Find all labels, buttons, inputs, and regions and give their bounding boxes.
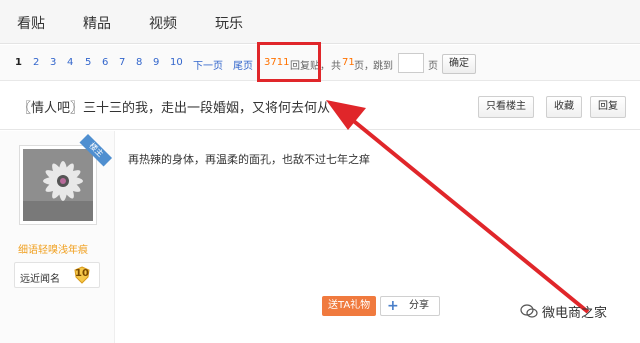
wechat-icon [520, 304, 538, 318]
reply-button[interactable]: 回复 [590, 96, 626, 118]
next-page-link[interactable]: 下一页 [193, 57, 223, 72]
owner-only-button[interactable]: 只看楼主 [478, 96, 534, 118]
page-7[interactable]: 7 [119, 57, 125, 68]
send-gift-button[interactable]: 送TA礼物 [322, 296, 377, 316]
page-5[interactable]: 5 [85, 57, 91, 68]
thread-title: 〖情人吧〗三十三的我，走出一段婚姻，又将何去何从 [18, 101, 331, 116]
confirm-button[interactable]: 确定 [442, 54, 476, 74]
page: 看贴 精品 视频 玩乐 1 2 3 4 5 6 7 8 9 10 下一页 尾页 … [0, 0, 640, 343]
page-unit: 页 [428, 61, 438, 72]
tab-jingpin[interactable]: 精品 [83, 13, 111, 33]
watermark-text: 微电商之家 [542, 306, 608, 321]
author-panel: 楼主 细语轻嗅浅年痕 远近闻名 10 [0, 131, 115, 343]
level-shield-icon: 10 [73, 266, 91, 284]
flower-avatar-image [23, 149, 93, 221]
badge-level: 10 [75, 268, 89, 279]
last-page-link[interactable]: 尾页 [233, 57, 253, 72]
author-username[interactable]: 细语轻嗅浅年痕 [18, 241, 88, 256]
total-suffix: 页， [354, 61, 374, 72]
avatar[interactable] [19, 145, 97, 225]
top-nav: 看贴 精品 视频 玩乐 [0, 0, 640, 44]
badge-name: 远近闻名 [20, 274, 60, 285]
thread-header: 〖情人吧〗三十三的我，走出一段婚姻，又将何去何从 只看楼主 收藏 回复 [0, 82, 640, 130]
tab-shipin[interactable]: 视频 [149, 13, 177, 33]
post-content: 再热辣的身体，再温柔的面孔，也敌不过七年之痒 [128, 153, 370, 166]
share-label: 分享 [409, 300, 429, 311]
page-4[interactable]: 4 [67, 57, 73, 68]
share-button[interactable]: + 分享 [380, 296, 440, 316]
total-pages: 71 [342, 57, 355, 68]
red-highlight-box [257, 42, 321, 82]
total-prefix: 共 [331, 61, 341, 72]
page-8[interactable]: 8 [136, 57, 142, 68]
page-9[interactable]: 9 [153, 57, 159, 68]
jump-label: 跳到 [373, 61, 393, 72]
tab-wanle[interactable]: 玩乐 [215, 13, 243, 33]
tab-kantie[interactable]: 看贴 [17, 13, 45, 33]
page-2[interactable]: 2 [33, 57, 39, 68]
plus-icon: + [387, 298, 399, 314]
page-10[interactable]: 10 [170, 57, 183, 68]
page-1[interactable]: 1 [15, 57, 22, 68]
favorite-button[interactable]: 收藏 [546, 96, 582, 118]
page-3[interactable]: 3 [50, 57, 56, 68]
page-6[interactable]: 6 [102, 57, 108, 68]
jump-page-input[interactable] [398, 53, 424, 73]
member-badge: 远近闻名 10 [14, 262, 100, 288]
flower-icon [23, 149, 93, 221]
